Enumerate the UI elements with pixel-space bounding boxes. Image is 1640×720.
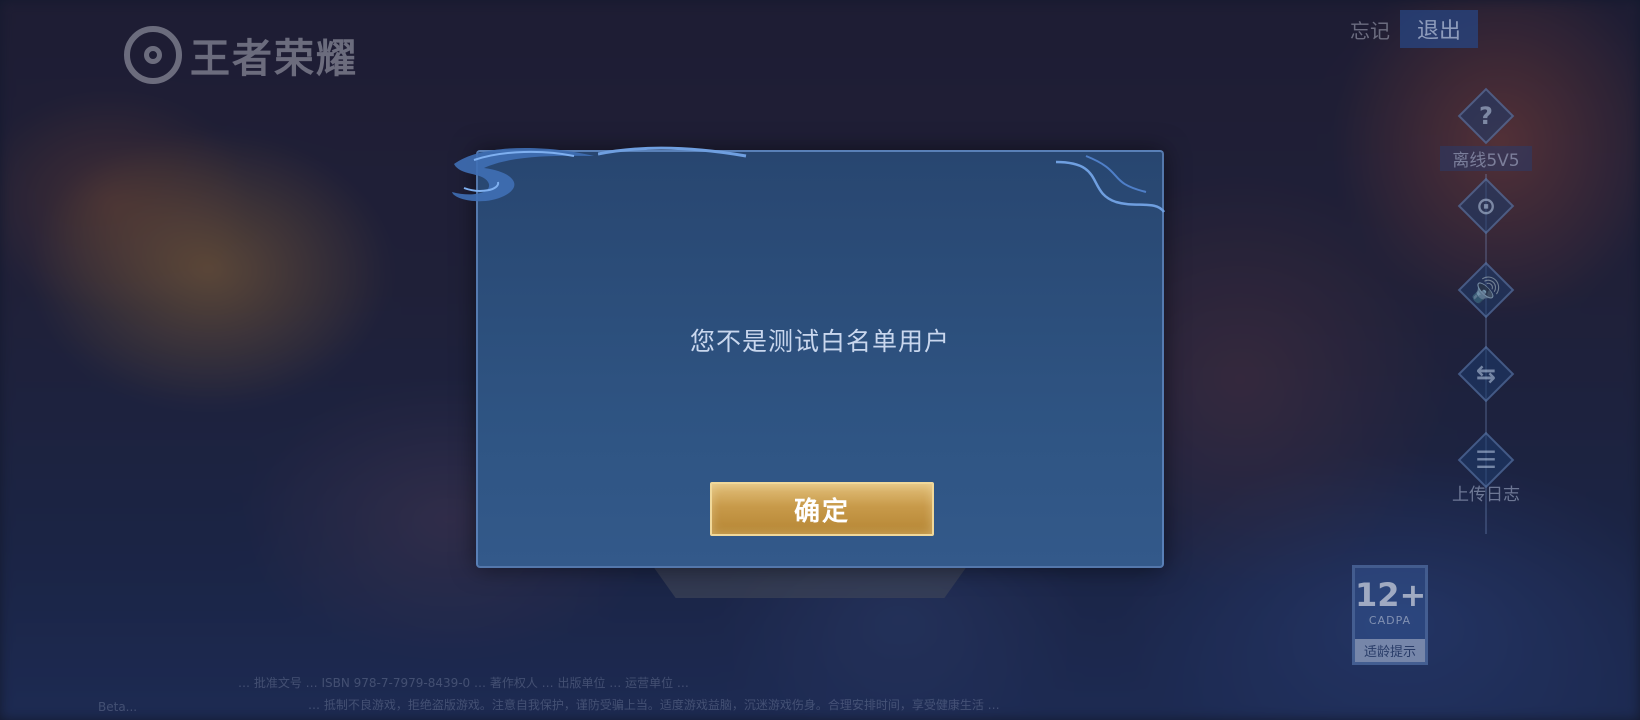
- game-logo: 王者荣耀: [124, 24, 358, 86]
- camera-icon: ⊙: [1475, 192, 1497, 220]
- whitelist-dialog: 您不是测试白名单用户 确定: [452, 146, 1166, 568]
- offline-5v5-label[interactable]: 离线5V5: [1440, 146, 1532, 171]
- logo-text: 王者荣耀: [190, 36, 358, 82]
- help-icon: ?: [1479, 102, 1493, 130]
- footer-line-1: … 批准文号 … ISBN 978-7-7979-8439-0 … 著作权人 ……: [238, 676, 689, 690]
- switch-account-button[interactable]: ⇆: [1457, 345, 1515, 403]
- dialog-swirl-ornament-right: [1055, 155, 1166, 213]
- confirm-button[interactable]: 确定: [710, 482, 934, 536]
- dialog-message: 您不是测试白名单用户: [689, 327, 950, 356]
- age-rating: 12+: [1355, 576, 1427, 614]
- top-bar: 忘记 退出: [1350, 10, 1478, 48]
- sound-icon: 🔊: [1471, 276, 1501, 304]
- forget-link[interactable]: 忘记: [1350, 15, 1390, 44]
- age-rating-org: CADPA: [1368, 614, 1412, 627]
- sound-button[interactable]: 🔊: [1457, 261, 1515, 319]
- help-button[interactable]: ?: [1457, 87, 1515, 145]
- legal-footer: … 批准文号 … ISBN 978-7-7979-8439-0 … 著作权人 ……: [98, 672, 1398, 716]
- age-rating-tip: 适龄提示: [1355, 639, 1425, 662]
- switch-icon: ⇆: [1475, 360, 1497, 388]
- upload-log-label[interactable]: 上传日志: [1440, 480, 1532, 505]
- exit-button[interactable]: 退出: [1400, 10, 1478, 48]
- age-rating-badge[interactable]: 12+ CADPA 适龄提示: [1352, 565, 1428, 665]
- footer-line-2: … 抵制不良游戏，拒绝盗版游戏。注意自我保护，谨防受骗上当。适度游戏益脑，沉迷游…: [308, 698, 1000, 712]
- camera-button[interactable]: ⊙: [1457, 177, 1515, 235]
- logo-mark-icon: [124, 26, 182, 84]
- version-text: Beta...: [98, 700, 138, 714]
